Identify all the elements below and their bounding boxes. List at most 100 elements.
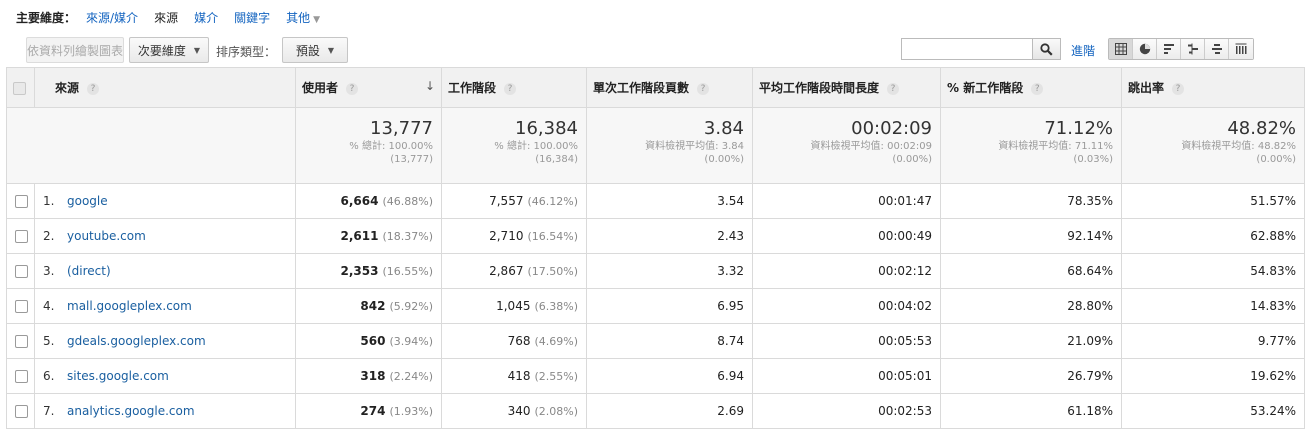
row-number: 7. — [43, 404, 55, 418]
users-cell: 318 (2.24%) — [295, 358, 442, 394]
row-checkbox[interactable] — [15, 195, 28, 208]
bounce-rate-cell: 9.77% — [1121, 323, 1305, 359]
sort-type-select[interactable]: 預設 ▼ — [282, 37, 348, 63]
bar-view-button[interactable] — [1157, 39, 1181, 59]
help-icon[interactable]: ? — [504, 82, 517, 95]
avg-duration-cell: 00:00:49 — [752, 218, 941, 254]
source-link[interactable]: mall.googleplex.com — [67, 299, 192, 313]
pivot-view-button[interactable] — [1229, 39, 1253, 59]
total-subtext: (0.03%) — [1073, 154, 1113, 165]
sessions-percent: (17.50%) — [527, 265, 578, 278]
total-cell: 16,384 % 總計: 100.00% (16,384) — [441, 107, 587, 184]
totals-label-cell — [6, 107, 296, 184]
sessions-percent: (6.38%) — [534, 300, 578, 313]
pages-per-session-cell: 2.69 — [586, 393, 753, 429]
row-select-cell — [6, 323, 35, 359]
total-subtext: (16,384) — [535, 154, 578, 165]
sessions-cell: 7,557 (46.12%) — [441, 183, 587, 219]
bounce-rate-cell: 53.24% — [1121, 393, 1305, 429]
users-cell: 2,353 (16.55%) — [295, 253, 442, 289]
users-cell: 560 (3.94%) — [295, 323, 442, 359]
sessions-percent: (16.54%) — [527, 230, 578, 243]
bounce-rate-cell: 54.83% — [1121, 253, 1305, 289]
total-cell: 00:02:09 資料檢視平均值: 00:02:09 (0.00%) — [752, 107, 941, 184]
pages-per-session-cell: 8.74 — [586, 323, 753, 359]
advanced-filter-link[interactable]: 進階 — [1071, 42, 1095, 59]
dimension-keyword[interactable]: 關鍵字 — [234, 9, 270, 26]
help-icon[interactable]: ? — [1172, 82, 1185, 95]
table-view-button[interactable] — [1109, 39, 1133, 59]
dimension-medium[interactable]: 媒介 — [194, 9, 218, 26]
users-value: 274 — [360, 404, 386, 418]
column-header-source[interactable]: 來源? — [34, 67, 296, 108]
bounce-rate-cell: 51.57% — [1121, 183, 1305, 219]
help-icon[interactable]: ? — [887, 82, 900, 95]
row-checkbox[interactable] — [15, 230, 28, 243]
total-cell: 48.82% 資料檢視平均值: 48.82% (0.00%) — [1121, 107, 1305, 184]
dimension-other-dropdown[interactable]: 其他 ▼ — [286, 9, 320, 26]
column-header-avg-session-duration[interactable]: 平均工作階段時間長度? — [752, 67, 941, 108]
dropdown-caret-icon: ▼ — [193, 45, 201, 55]
column-header-label: % 新工作階段 — [947, 81, 1024, 95]
row-checkbox[interactable] — [15, 335, 28, 348]
users-percent: (5.92%) — [389, 300, 433, 313]
row-checkbox[interactable] — [15, 300, 28, 313]
row-select-cell — [6, 218, 35, 254]
search-button[interactable] — [1033, 38, 1061, 60]
help-icon[interactable]: ? — [1031, 82, 1044, 95]
row-checkbox[interactable] — [15, 265, 28, 278]
select-all-cell — [6, 67, 35, 108]
row-checkbox[interactable] — [15, 370, 28, 383]
column-header-pages-per-session[interactable]: 單次工作階段頁數? — [586, 67, 753, 108]
source-link[interactable]: youtube.com — [67, 229, 146, 243]
secondary-dimension-button[interactable]: 次要維度 ▼ — [129, 37, 209, 63]
users-value: 6,664 — [340, 194, 379, 208]
pie-view-button[interactable] — [1133, 39, 1157, 59]
sessions-percent: (2.55%) — [534, 370, 578, 383]
row-checkbox[interactable] — [15, 405, 28, 418]
sessions-value: 2,710 — [489, 229, 524, 243]
column-header-label: 單次工作階段頁數 — [593, 81, 690, 95]
dimension-source[interactable]: 來源 — [154, 9, 178, 26]
dimension-source-medium[interactable]: 來源/媒介 — [86, 9, 138, 26]
search-icon — [1040, 42, 1053, 56]
source-link[interactable]: sites.google.com — [67, 369, 169, 383]
table-row: 7. analytics.google.com 274 (1.93%) 340 (2.08… — [6, 393, 1305, 429]
sessions-cell: 1,045 (6.38%) — [441, 288, 587, 324]
users-cell: 2,611 (18.37%) — [295, 218, 442, 254]
source-link[interactable]: analytics.google.com — [67, 404, 195, 418]
table-row: 5. gdeals.googleplex.com 560 (3.94%) 768 (4.6… — [6, 323, 1305, 359]
comparison-view-button[interactable] — [1181, 39, 1205, 59]
sessions-value: 768 — [507, 334, 531, 348]
pivot-view-icon — [1235, 43, 1247, 54]
total-subtext: % 總計: 100.00% — [494, 141, 578, 152]
table-search-input[interactable] — [901, 38, 1033, 60]
select-all-checkbox[interactable] — [13, 81, 26, 95]
total-value: 13,777 — [370, 118, 433, 139]
total-cell: 71.12% 資料檢視平均值: 71.11% (0.03%) — [940, 107, 1122, 184]
help-icon[interactable]: ? — [87, 82, 100, 95]
avg-duration-cell: 00:05:53 — [752, 323, 941, 359]
new-sessions-cell: 78.35% — [940, 183, 1122, 219]
users-value: 2,611 — [340, 229, 379, 243]
column-header-users[interactable]: 使用者? ↓ — [295, 67, 442, 108]
help-icon[interactable]: ? — [346, 82, 359, 95]
source-link[interactable]: gdeals.googleplex.com — [67, 334, 206, 348]
source-link[interactable]: (direct) — [67, 264, 111, 278]
plot-rows-button[interactable]: 依資料列繪製圖表 — [26, 37, 124, 63]
column-header-sessions[interactable]: 工作階段? — [441, 67, 587, 108]
term-cloud-view-button[interactable] — [1205, 39, 1229, 59]
sessions-cell: 2,867 (17.50%) — [441, 253, 587, 289]
total-cell: 3.84 資料檢視平均值: 3.84 (0.00%) — [586, 107, 753, 184]
table-toolbar: 依資料列繪製圖表 次要維度 ▼ 排序類型： 預設 ▼ 進階 — [0, 34, 1310, 66]
new-sessions-cell: 21.09% — [940, 323, 1122, 359]
table-header-row: 來源? 使用者? ↓ 工作階段? 單次工作階段頁數? 平均工作階段時間長度? % … — [6, 67, 1305, 108]
source-link[interactable]: google — [67, 194, 108, 208]
sessions-cell: 418 (2.55%) — [441, 358, 587, 394]
dropdown-caret-icon: ▼ — [327, 45, 335, 55]
help-icon[interactable]: ? — [697, 82, 710, 95]
column-header-bounce-rate[interactable]: 跳出率? — [1121, 67, 1305, 108]
pages-per-session-cell: 3.32 — [586, 253, 753, 289]
column-header-new-sessions[interactable]: % 新工作階段? — [940, 67, 1122, 108]
users-value: 560 — [360, 334, 386, 348]
